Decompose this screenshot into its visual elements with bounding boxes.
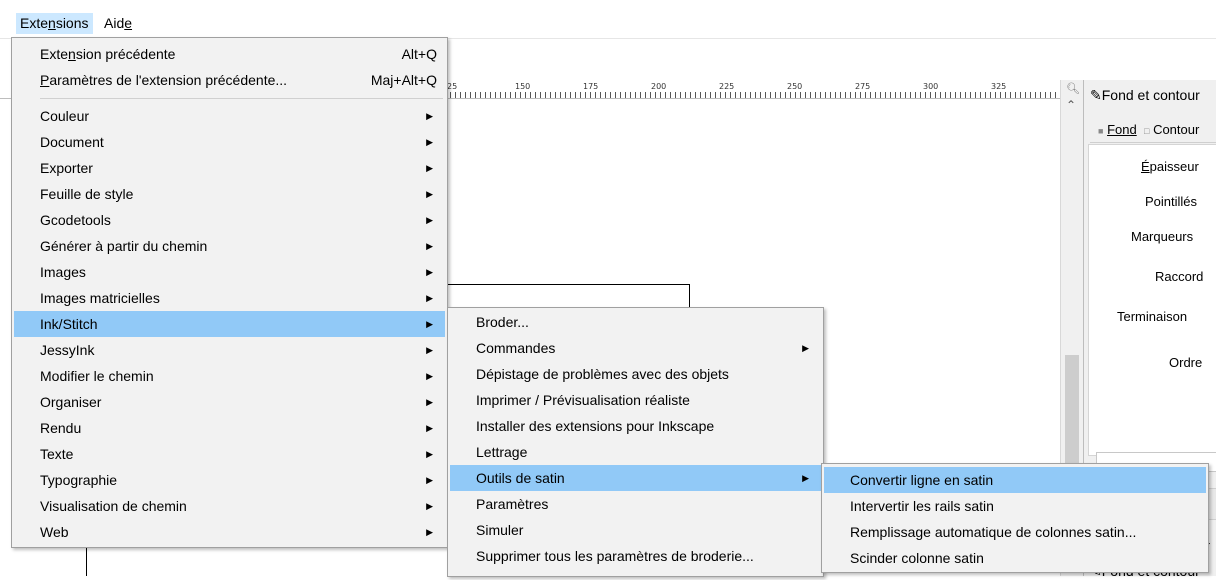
menu-item-texte[interactable]: Texte ▶ [14, 441, 445, 467]
menu-item-broder[interactable]: Broder... [450, 309, 821, 335]
shortcut-label: Alt+Q [401, 46, 437, 62]
dashes-label: Pointillés [1145, 194, 1198, 209]
menu-item-depistage[interactable]: Dépistage de problèmes avec des objets [450, 361, 821, 387]
menu-item-generer-chemin[interactable]: Générer à partir du chemin ▶ [14, 233, 445, 259]
submenu-arrow-icon: ▶ [426, 189, 433, 199]
menu-item-commandes[interactable]: Commandes ▶ [450, 335, 821, 361]
ruler-ticks [445, 92, 1060, 98]
submenu-arrow-icon: ▶ [426, 527, 433, 537]
menu-item-document[interactable]: Document ▶ [14, 129, 445, 155]
menu-item-couleur[interactable]: Couleur ▶ [14, 103, 445, 129]
tab-stroke[interactable]: □ Contour [1144, 122, 1199, 137]
menu-item-feuille-de-style[interactable]: Feuille de style ▶ [14, 181, 445, 207]
ruler-label: 175 [583, 82, 599, 91]
tab-fill[interactable]: ■ Fond [1098, 122, 1137, 137]
zoom-icon[interactable]: 🔍︎ [1066, 82, 1080, 95]
menu-item-previous-extension-settings[interactable]: Paramètres de l'extension précédente... … [14, 67, 445, 93]
ruler-label: 300 [923, 82, 939, 91]
submenu-arrow-icon: ▶ [426, 137, 433, 147]
submenu-arrow-icon: ▶ [426, 111, 433, 121]
ruler-label: 25 [447, 82, 458, 91]
menu-item-previous-extension[interactable]: Extension précédente Alt+Q [14, 41, 445, 67]
menu-item-gcodetools[interactable]: Gcodetools ▶ [14, 207, 445, 233]
menu-help[interactable]: Aide [100, 13, 136, 34]
join-label: Raccord [1155, 269, 1204, 284]
page-border [445, 284, 690, 285]
menu-item-label: Extension précédente [40, 46, 176, 62]
menu-item-convertir-satin[interactable]: Convertir ligne en satin [824, 467, 1206, 493]
ruler-label: 150 [515, 82, 531, 91]
extensions-menu: Extension précédente Alt+Q Paramètres de… [11, 37, 448, 548]
stroke-width-label: Épaisseur [1141, 159, 1199, 174]
ruler-label: 200 [651, 82, 667, 91]
menu-extensions[interactable]: Extensions [16, 13, 93, 34]
menu-item-organiser[interactable]: Organiser ▶ [14, 389, 445, 415]
menu-item-installer-extensions[interactable]: Installer des extensions pour Inkscape [450, 413, 821, 439]
dock-tabs: ■ Fond □ Contour [1090, 118, 1216, 143]
menu-item-scinder-colonne[interactable]: Scinder colonne satin [824, 545, 1206, 571]
menu-item-images-matricielles[interactable]: Images matricielles ▶ [14, 285, 445, 311]
menu-item-rendu[interactable]: Rendu ▶ [14, 415, 445, 441]
edit-icon: ✎ [1090, 87, 1102, 103]
menu-item-parametres[interactable]: Paramètres [450, 491, 821, 517]
submenu-arrow-icon: ▶ [426, 371, 433, 381]
ruler-label: 325 [991, 82, 1007, 91]
submenu-arrow-icon: ▶ [426, 345, 433, 355]
menu-item-simuler[interactable]: Simuler [450, 517, 821, 543]
menu-item-jessyink[interactable]: JessyInk ▶ [14, 337, 445, 363]
page-border [86, 546, 87, 576]
menu-item-remplissage-auto[interactable]: Remplissage automatique de colonnes sati… [824, 519, 1206, 545]
submenu-arrow-icon: ▶ [426, 475, 433, 485]
submenu-arrow-icon: ▶ [426, 241, 433, 251]
ruler-label: 225 [719, 82, 735, 91]
menubar: Extensions Aide [0, 0, 1216, 39]
menu-item-intervertir-rails[interactable]: Intervertir les rails satin [824, 493, 1206, 519]
submenu-arrow-icon: ▶ [426, 397, 433, 407]
markers-label: Marqueurs [1131, 229, 1194, 244]
order-label: Ordre [1169, 355, 1203, 370]
scroll-up-icon[interactable]: ⌃ [1066, 98, 1076, 112]
menu-item-label: Paramètres de l'extension précédente... [40, 72, 288, 88]
menu-item-imprimer[interactable]: Imprimer / Prévisualisation réaliste [450, 387, 821, 413]
menu-item-visualisation-chemin[interactable]: Visualisation de chemin ▶ [14, 493, 445, 519]
inkstitch-submenu: Broder... Commandes ▶ Dépistage de problè… [447, 307, 824, 577]
submenu-arrow-icon: ▶ [802, 473, 809, 483]
menu-item-lettrage[interactable]: Lettrage [450, 439, 821, 465]
submenu-arrow-icon: ▶ [426, 163, 433, 173]
submenu-arrow-icon: ▶ [426, 267, 433, 277]
submenu-arrow-icon: ▶ [426, 215, 433, 225]
menu-separator [40, 98, 443, 99]
menu-item-exporter[interactable]: Exporter ▶ [14, 155, 445, 181]
dock-content: Épaisseur Pointillés Marqueurs Raccord T… [1088, 144, 1216, 456]
submenu-arrow-icon: ▶ [426, 423, 433, 433]
ruler-label: 275 [855, 82, 871, 91]
menu-item-typographie[interactable]: Typographie ▶ [14, 467, 445, 493]
ruler-label: 250 [787, 82, 803, 91]
submenu-arrow-icon: ▶ [426, 501, 433, 511]
menu-item-modifier-chemin[interactable]: Modifier le chemin ▶ [14, 363, 445, 389]
dock-title: ✎Fond et contour [1090, 87, 1200, 103]
menu-item-images[interactable]: Images ▶ [14, 259, 445, 285]
cap-label: Terminaison [1117, 309, 1188, 324]
submenu-arrow-icon: ▶ [426, 319, 433, 329]
satin-tools-submenu: Convertir ligne en satin Intervertir les… [821, 463, 1209, 573]
menu-item-inkstitch[interactable]: Ink/Stitch ▶ [14, 311, 445, 337]
menu-item-outils-satin[interactable]: Outils de satin ▶ [450, 465, 821, 491]
menu-item-supprimer-parametres[interactable]: Supprimer tous les paramètres de broderi… [450, 543, 821, 569]
shortcut-label: Maj+Alt+Q [370, 72, 437, 88]
submenu-arrow-icon: ▶ [426, 293, 433, 303]
submenu-arrow-icon: ▶ [802, 343, 809, 353]
menu-item-web[interactable]: Web ▶ [14, 519, 445, 545]
submenu-arrow-icon: ▶ [426, 449, 433, 459]
